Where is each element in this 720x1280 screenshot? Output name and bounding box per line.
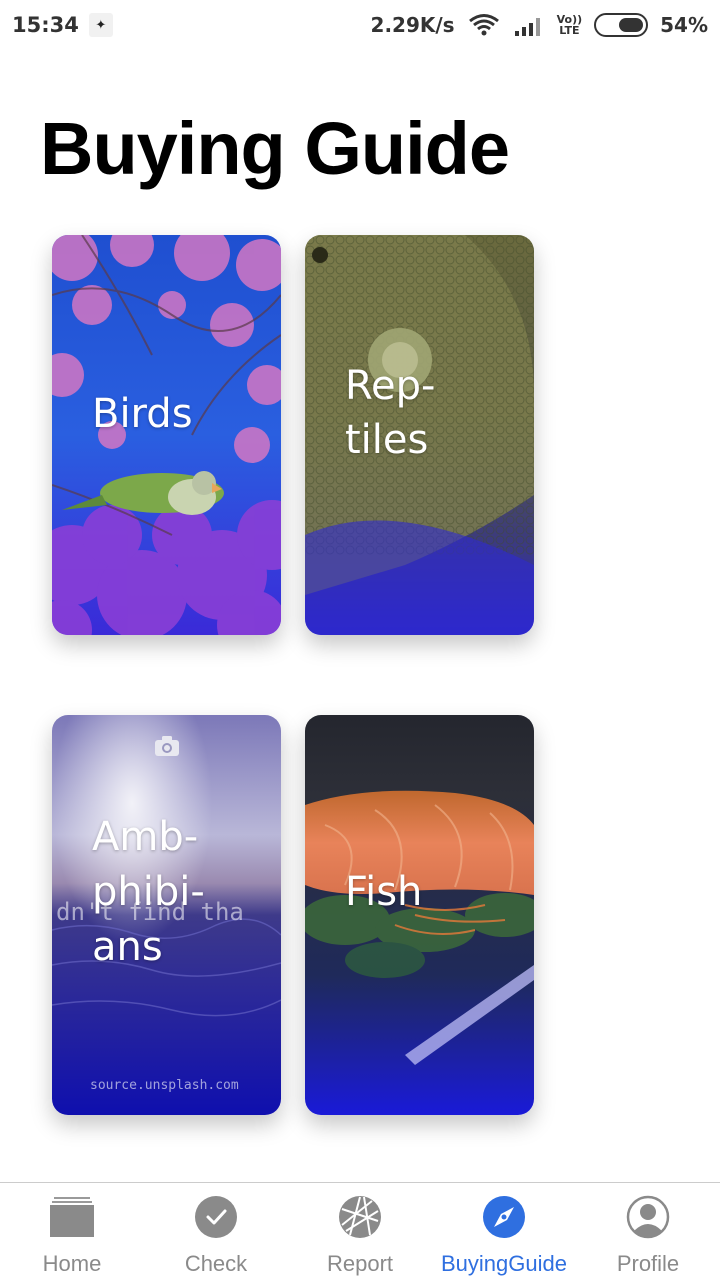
nav-label-profile: Profile — [616, 1251, 680, 1276]
card-amphibians-label-line1: Amb- — [92, 814, 199, 860]
nav-item-buying-guide[interactable]: BuyingGuide — [432, 1183, 576, 1280]
page-title: Buying Guide — [40, 107, 510, 190]
battery-percent: 54% — [660, 13, 708, 37]
card-birds-label: Birds — [92, 391, 193, 437]
nav-label-buying-guide: BuyingGuide — [441, 1251, 567, 1276]
card-birds[interactable]: Birds — [52, 235, 281, 635]
home-icon — [50, 1197, 94, 1237]
wifi-icon — [468, 14, 499, 36]
volte-line2: LTE — [559, 24, 580, 37]
card-reptiles[interactable]: Rep- tiles — [305, 235, 534, 635]
nav-label-report: Report — [326, 1251, 394, 1276]
status-time: 15:34 — [12, 13, 79, 37]
status-bar: 15:34 ✦ 2.29K/s Vo)) LTE 54% — [0, 0, 720, 50]
card-reptiles-label-line1: Rep- — [345, 363, 436, 409]
report-icon — [339, 1196, 381, 1238]
bottom-nav: Home Check Report BuyingGuide Profile — [0, 1182, 720, 1280]
nav-label-check: Check — [184, 1251, 248, 1276]
profile-icon — [626, 1195, 670, 1239]
battery-fill — [619, 18, 644, 32]
card-amphibians-label-line2: phibi- — [92, 869, 205, 915]
compass-icon — [483, 1196, 525, 1238]
notification-app-icon: ✦ — [88, 13, 113, 37]
battery-icon — [594, 13, 649, 37]
status-right: 2.29K/s Vo)) LTE 54% — [371, 12, 708, 38]
card-amphibians-label-line3: ans — [92, 924, 163, 970]
card-amphibians[interactable]: dn't find tha Amb- phibi- ans source.uns… — [52, 715, 281, 1115]
camera-icon — [155, 736, 179, 756]
check-icon — [195, 1196, 237, 1238]
nav-label-home: Home — [42, 1251, 102, 1276]
volte-icon: Vo)) LTE — [557, 14, 583, 36]
nav-item-profile[interactable]: Profile — [576, 1183, 720, 1280]
card-fish[interactable]: Fish — [305, 715, 534, 1115]
nav-item-home[interactable]: Home — [0, 1183, 144, 1280]
nav-item-check[interactable]: Check — [144, 1183, 288, 1280]
image-source: source.unsplash.com — [90, 1078, 239, 1093]
card-fish-label: Fish — [345, 869, 423, 915]
network-speed: 2.29K/s — [370, 13, 455, 37]
nav-item-report[interactable]: Report — [288, 1183, 432, 1280]
signal-icon — [514, 18, 540, 36]
card-reptiles-label-line2: tiles — [345, 417, 429, 463]
